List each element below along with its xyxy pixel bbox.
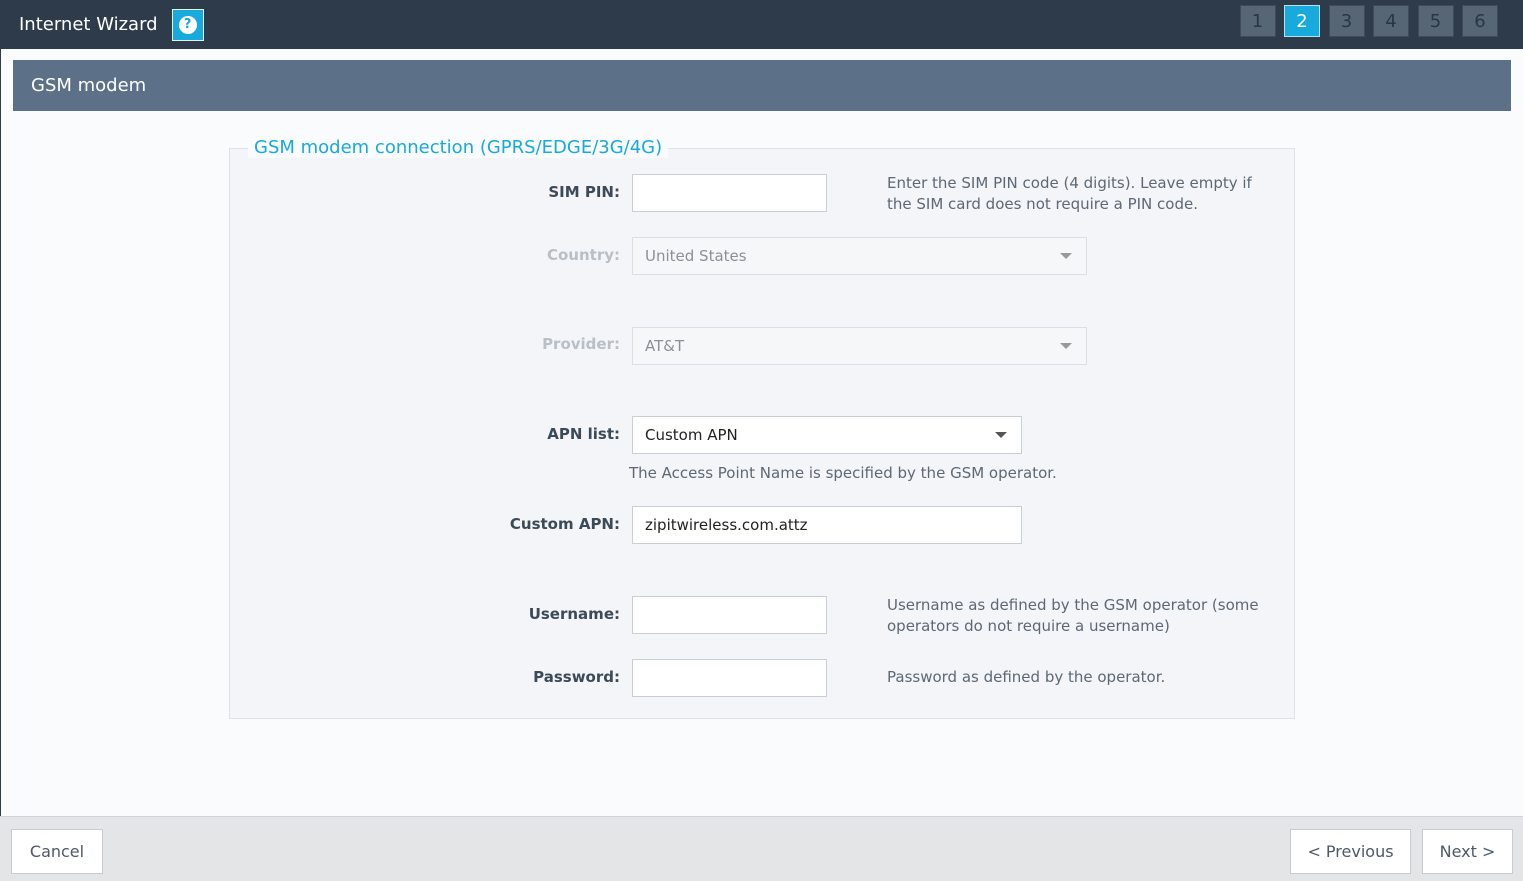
custom-apn-label: Custom APN: <box>509 515 620 533</box>
sim-pin-label: SIM PIN: <box>548 183 620 201</box>
top-bar: Internet Wizard ? 1 2 3 4 5 6 <box>0 0 1523 49</box>
sim-pin-input[interactable] <box>632 174 827 212</box>
fieldset-legend: GSM modem connection (GPRS/EDGE/3G/4G) <box>248 137 669 158</box>
password-hint: Password as defined by the operator. <box>887 668 1166 686</box>
question-circle-icon: ? <box>178 15 197 34</box>
chevron-down-icon <box>1060 343 1072 349</box>
next-button[interactable]: Next > <box>1422 829 1513 874</box>
apn-list-label: APN list: <box>547 425 620 443</box>
username-input[interactable] <box>632 596 827 634</box>
left-border <box>0 49 1 817</box>
chevron-down-icon <box>1060 253 1072 259</box>
step-2[interactable]: 2 <box>1284 5 1320 37</box>
step-6[interactable]: 6 <box>1462 5 1498 37</box>
provider-label: Provider: <box>542 335 620 353</box>
password-label: Password: <box>533 668 620 686</box>
footer-bar: Cancel < Previous Next > <box>0 816 1523 881</box>
help-button[interactable]: ? <box>171 8 204 41</box>
username-label: Username: <box>528 605 620 623</box>
previous-button[interactable]: < Previous <box>1290 829 1411 874</box>
country-select: United States <box>632 237 1087 275</box>
password-input[interactable] <box>632 659 827 697</box>
provider-selected: AT&T <box>645 337 685 355</box>
apn-list-select[interactable]: Custom APN <box>632 416 1022 454</box>
app-title: Internet Wizard <box>19 14 158 35</box>
apn-list-hint: The Access Point Name is specified by th… <box>629 464 1057 482</box>
wizard-steps: 1 2 3 4 5 6 <box>1231 5 1498 37</box>
provider-select: AT&T <box>632 327 1087 365</box>
step-3[interactable]: 3 <box>1328 5 1365 37</box>
section-header: GSM modem <box>13 60 1511 111</box>
step-1[interactable]: 1 <box>1239 5 1276 37</box>
country-selected: United States <box>645 247 747 265</box>
chevron-down-icon <box>995 432 1007 438</box>
cancel-button[interactable]: Cancel <box>11 829 103 874</box>
sim-pin-hint: Enter the SIM PIN code (4 digits). Leave… <box>887 174 1252 213</box>
step-5[interactable]: 5 <box>1417 5 1454 37</box>
step-4[interactable]: 4 <box>1373 5 1409 37</box>
apn-list-selected: Custom APN <box>645 426 738 444</box>
section-title: GSM modem <box>31 75 147 96</box>
country-label: Country: <box>546 246 620 264</box>
custom-apn-input[interactable] <box>632 506 1022 544</box>
username-hint: Username as defined by the GSM operator … <box>887 596 1259 635</box>
